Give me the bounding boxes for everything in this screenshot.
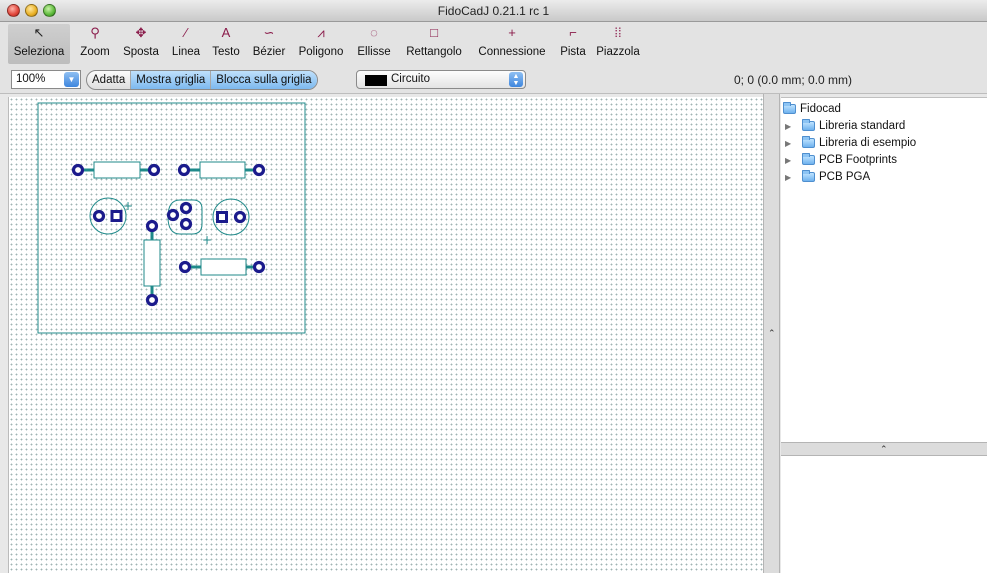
tool-bezier[interactable]: ∽ Bézier [248,24,290,64]
title-bar: FidoCadJ 0.21.1 rc 1 [0,0,987,22]
tree-item-pcb-pga[interactable]: ▶ PCB PGA [785,169,870,185]
tree-root[interactable]: Fidocad [783,101,841,117]
tool-move[interactable]: ✥ Sposta [118,24,164,64]
window-title: FidoCadJ 0.21.1 rc 1 [437,4,550,18]
zoom-select[interactable]: 100% ▼ [11,70,81,89]
tool-label: Seleziona [13,46,65,58]
folder-icon [802,170,815,182]
polygon-icon: ⩘ [317,25,325,40]
magnifier-icon: ⚲ [90,25,100,40]
options-bar: 100% ▼ Adatta Mostra griglia Blocca sull… [0,66,987,94]
pad-icon: ⁞⁞ [614,25,622,40]
tool-label: Zoom [80,46,110,58]
split-pane-divider[interactable]: ⌃ [763,94,780,573]
tool-connection[interactable]: + Connessione [472,24,552,64]
fit-button[interactable]: Adatta [87,71,132,89]
line-icon: ⁄ [184,25,188,40]
tool-label: Poligono [298,46,344,58]
tool-rectangle[interactable]: □ Rettangolo [400,24,468,64]
snap-grid-toggle[interactable]: Blocca sulla griglia [211,71,317,89]
ellipse-icon: ◌ [370,25,378,40]
track-icon: ⌐ [569,25,577,40]
tool-label: Rettangolo [406,46,462,58]
show-grid-toggle[interactable]: Mostra griglia [131,71,212,89]
tool-zoom[interactable]: ⚲ Zoom [76,24,114,64]
layer-select[interactable]: Circuito ▲ ▼ [356,70,526,89]
tool-label: Connessione [478,46,546,58]
disclosure-triangle-icon[interactable]: ▶ [785,139,795,148]
tool-label: Testo [212,46,240,58]
tool-label: Piazzola [596,46,640,58]
tool-label: Sposta [123,46,159,58]
chevron-up-icon[interactable]: ⌃ [768,328,776,339]
circuit-drawing: + + [37,102,306,334]
chevron-up-icon[interactable]: ⌃ [880,444,888,455]
tool-line[interactable]: ⁄ Linea [168,24,204,64]
tool-text[interactable]: A Testo [208,24,244,64]
disclosure-triangle-icon[interactable]: ▶ [785,156,795,165]
tree-item-label: PCB PGA [819,171,871,183]
resistor-1[interactable] [71,161,161,179]
tree-item-label: PCB Footprints [819,154,897,166]
text-icon: A [221,25,231,40]
tool-bar: ↖ Seleziona ⚲ Zoom ✥ Sposta ⁄ Linea A Te… [0,22,987,66]
tool-label: Linea [171,46,201,58]
layer-name: Circuito [391,73,430,85]
tree-item-libreria-standard[interactable]: ▶ Libreria standard [785,118,905,134]
layer-color-swatch [365,75,387,86]
tree-item-label: Libreria standard [819,120,906,132]
bezier-icon: ∽ [263,25,275,40]
updown-arrows-icon: ▲ ▼ [509,72,523,87]
tree-item-label: Libreria di esempio [819,137,917,149]
tool-ellipse[interactable]: ◌ Ellisse [352,24,396,64]
tool-selection[interactable]: ↖ Seleziona [8,24,70,64]
resistor-4[interactable] [178,258,266,276]
drawing-canvas[interactable]: + + [8,97,763,573]
arrow-icon: ↖ [33,25,45,40]
tool-label: Ellisse [357,46,391,58]
folder-icon [783,102,796,114]
tree-item-pcb-footprints[interactable]: ▶ PCB Footprints [785,152,897,168]
chevron-down-icon: ▼ [64,72,79,87]
library-split-divider[interactable]: ⌃ [781,442,987,456]
tool-pad[interactable]: ⁞⁞ Piazzola [594,24,642,64]
folder-icon [802,119,815,131]
coordinates-readout: 0; 0 (0.0 mm; 0.0 mm) [734,73,853,87]
svg-text:+: + [202,233,212,247]
transistor-1[interactable] [166,199,203,235]
tool-track[interactable]: ⌐ Pista [556,24,590,64]
resistor-2[interactable] [177,161,266,179]
zoom-value: 100% [16,73,46,85]
capacitor-2[interactable]: + [202,198,250,247]
rectangle-icon: □ [430,25,438,40]
capacitor-1[interactable]: + [89,197,133,235]
resistor-3[interactable] [143,219,161,307]
connection-icon: + [508,25,516,40]
folder-icon [802,136,815,148]
svg-text:+: + [123,199,133,213]
disclosure-triangle-icon[interactable]: ▶ [785,122,795,131]
view-button-group: Adatta Mostra griglia Blocca sulla grigl… [86,70,318,90]
symbol-preview-pane [781,456,987,573]
folder-icon [802,153,815,165]
tool-label: Pista [560,46,586,58]
tool-label: Bézier [252,46,286,58]
move-icon: ✥ [135,25,147,40]
disclosure-triangle-icon[interactable]: ▶ [785,173,795,182]
tool-polygon[interactable]: ⩘ Poligono [294,24,348,64]
tree-item-libreria-di-esempio[interactable]: ▶ Libreria di esempio [785,135,916,151]
library-tree: Fidocad ▶ Libreria standard ▶ Libreria d… [781,97,987,442]
tree-root-label: Fidocad [800,103,841,115]
